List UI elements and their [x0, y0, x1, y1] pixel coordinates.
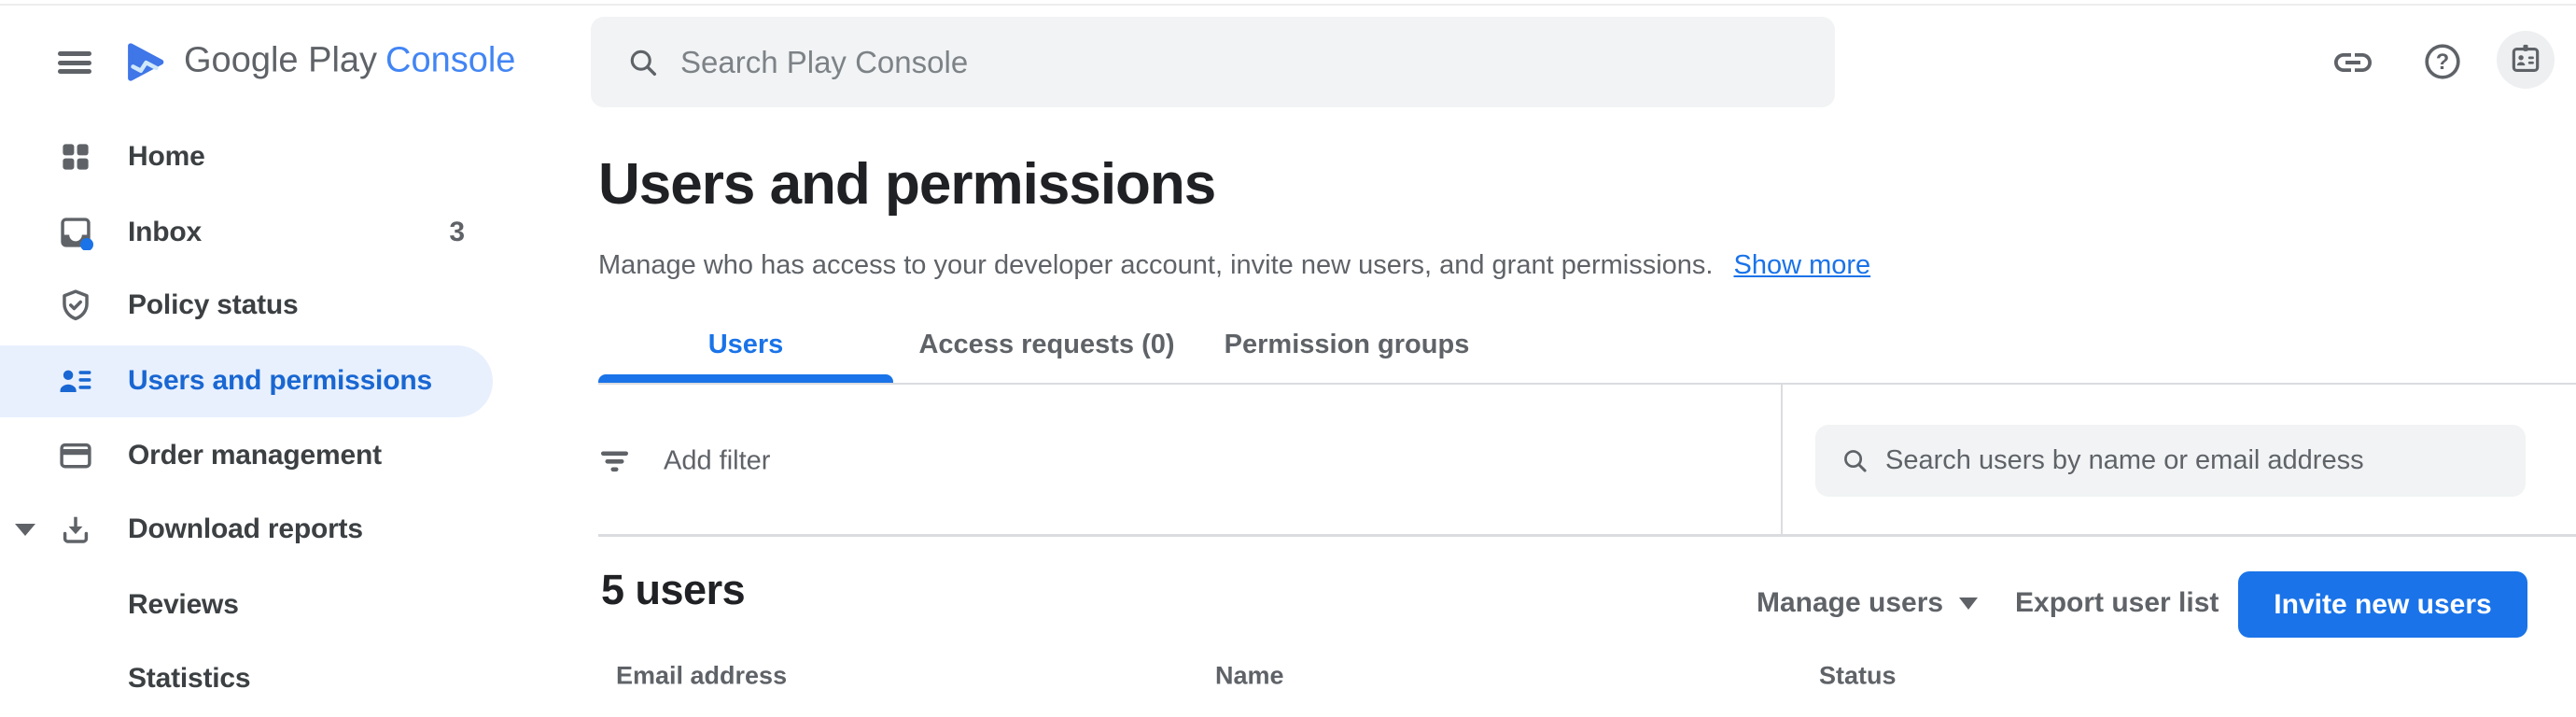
inbox-icon [61, 218, 93, 250]
users-count-heading: 5 users [601, 566, 746, 613]
sidebar-item-label: Download reports [128, 513, 363, 544]
user-search-bar[interactable] [1815, 425, 2526, 497]
sidebar-item-home[interactable]: Home [0, 120, 523, 194]
sidebar-item-label: Policy status [128, 289, 299, 320]
filter-icon[interactable] [601, 449, 629, 473]
sidebar-item-users-and-permissions[interactable]: Users and permissions [0, 344, 523, 418]
app-title: Google Play Console [184, 41, 515, 81]
hamburger-menu-icon[interactable] [58, 51, 91, 74]
sidebar-item-label: Order management [128, 440, 382, 471]
column-header-name: Name [1215, 661, 1284, 690]
chevron-down-icon [1959, 597, 1979, 610]
sidebar-item-order-management[interactable]: Order management [0, 418, 523, 493]
hamburger-bar [58, 69, 91, 74]
sidebar-item-label: Inbox [128, 217, 202, 247]
play-logo-icon [128, 43, 164, 81]
page-title: Users and permissions [598, 152, 1216, 217]
person-list-icon [60, 370, 91, 393]
sidebar-item-label: Home [128, 141, 205, 172]
console-search-bar[interactable] [591, 17, 1835, 107]
link-icon[interactable] [2331, 40, 2375, 85]
vertical-divider [1781, 385, 1783, 534]
logo-text-accent: Console [385, 40, 516, 80]
description-text: Manage who has access to your developer … [598, 250, 1714, 280]
credit-card-icon [60, 443, 91, 469]
help-icon[interactable]: ? [2423, 42, 2462, 81]
show-more-link[interactable]: Show more [1733, 250, 1870, 280]
tab-access-requests[interactable]: Access requests (0) [893, 316, 1200, 374]
user-search-input[interactable] [1885, 445, 2483, 476]
page-description: Manage who has access to your developer … [598, 250, 1870, 281]
tabs-divider [598, 383, 2576, 385]
hamburger-bar [58, 51, 91, 56]
column-header-status: Status [1819, 661, 1897, 690]
search-icon [630, 49, 657, 76]
shield-check-icon [63, 289, 89, 321]
sidebar-item-label: Reviews [128, 589, 239, 620]
account-chip[interactable] [2497, 31, 2555, 89]
sidebar-item-reviews[interactable]: Reviews [0, 568, 523, 642]
home-grid-icon [63, 144, 89, 170]
search-icon [1844, 450, 1867, 472]
column-header-email: Email address [616, 661, 788, 690]
download-icon [63, 516, 89, 543]
sidebar-item-label: Users and permissions [128, 365, 432, 396]
expand-caret-icon[interactable] [15, 524, 35, 536]
export-user-list-button[interactable]: Export user list [2015, 587, 2219, 619]
id-badge-icon [2512, 44, 2540, 72]
inbox-count-badge: 3 [449, 217, 465, 247]
sidebar-item-policy-status[interactable]: Policy status [0, 268, 523, 343]
sidebar-item-statistics[interactable]: Statistics [0, 641, 523, 716]
invite-new-users-button[interactable]: Invite new users [2238, 571, 2527, 638]
manage-users-dropdown[interactable]: Manage users [1757, 587, 1979, 619]
tab-users[interactable]: Users [598, 316, 893, 374]
tab-permission-groups[interactable]: Permission groups [1200, 316, 1493, 374]
filter-row-divider [598, 534, 2576, 537]
logo-text-primary: Google Play [184, 40, 378, 80]
manage-users-label: Manage users [1757, 587, 1944, 618]
sidebar-item-label: Statistics [128, 663, 251, 694]
svg-text:?: ? [2436, 50, 2449, 75]
top-divider [0, 4, 2576, 6]
add-filter-button[interactable]: Add filter [664, 446, 770, 477]
console-search-input[interactable] [680, 44, 1707, 80]
sidebar-item-download-reports[interactable]: Download reports [0, 492, 523, 567]
sidebar-item-inbox[interactable]: Inbox 3 [0, 195, 523, 270]
hamburger-bar [58, 60, 91, 65]
